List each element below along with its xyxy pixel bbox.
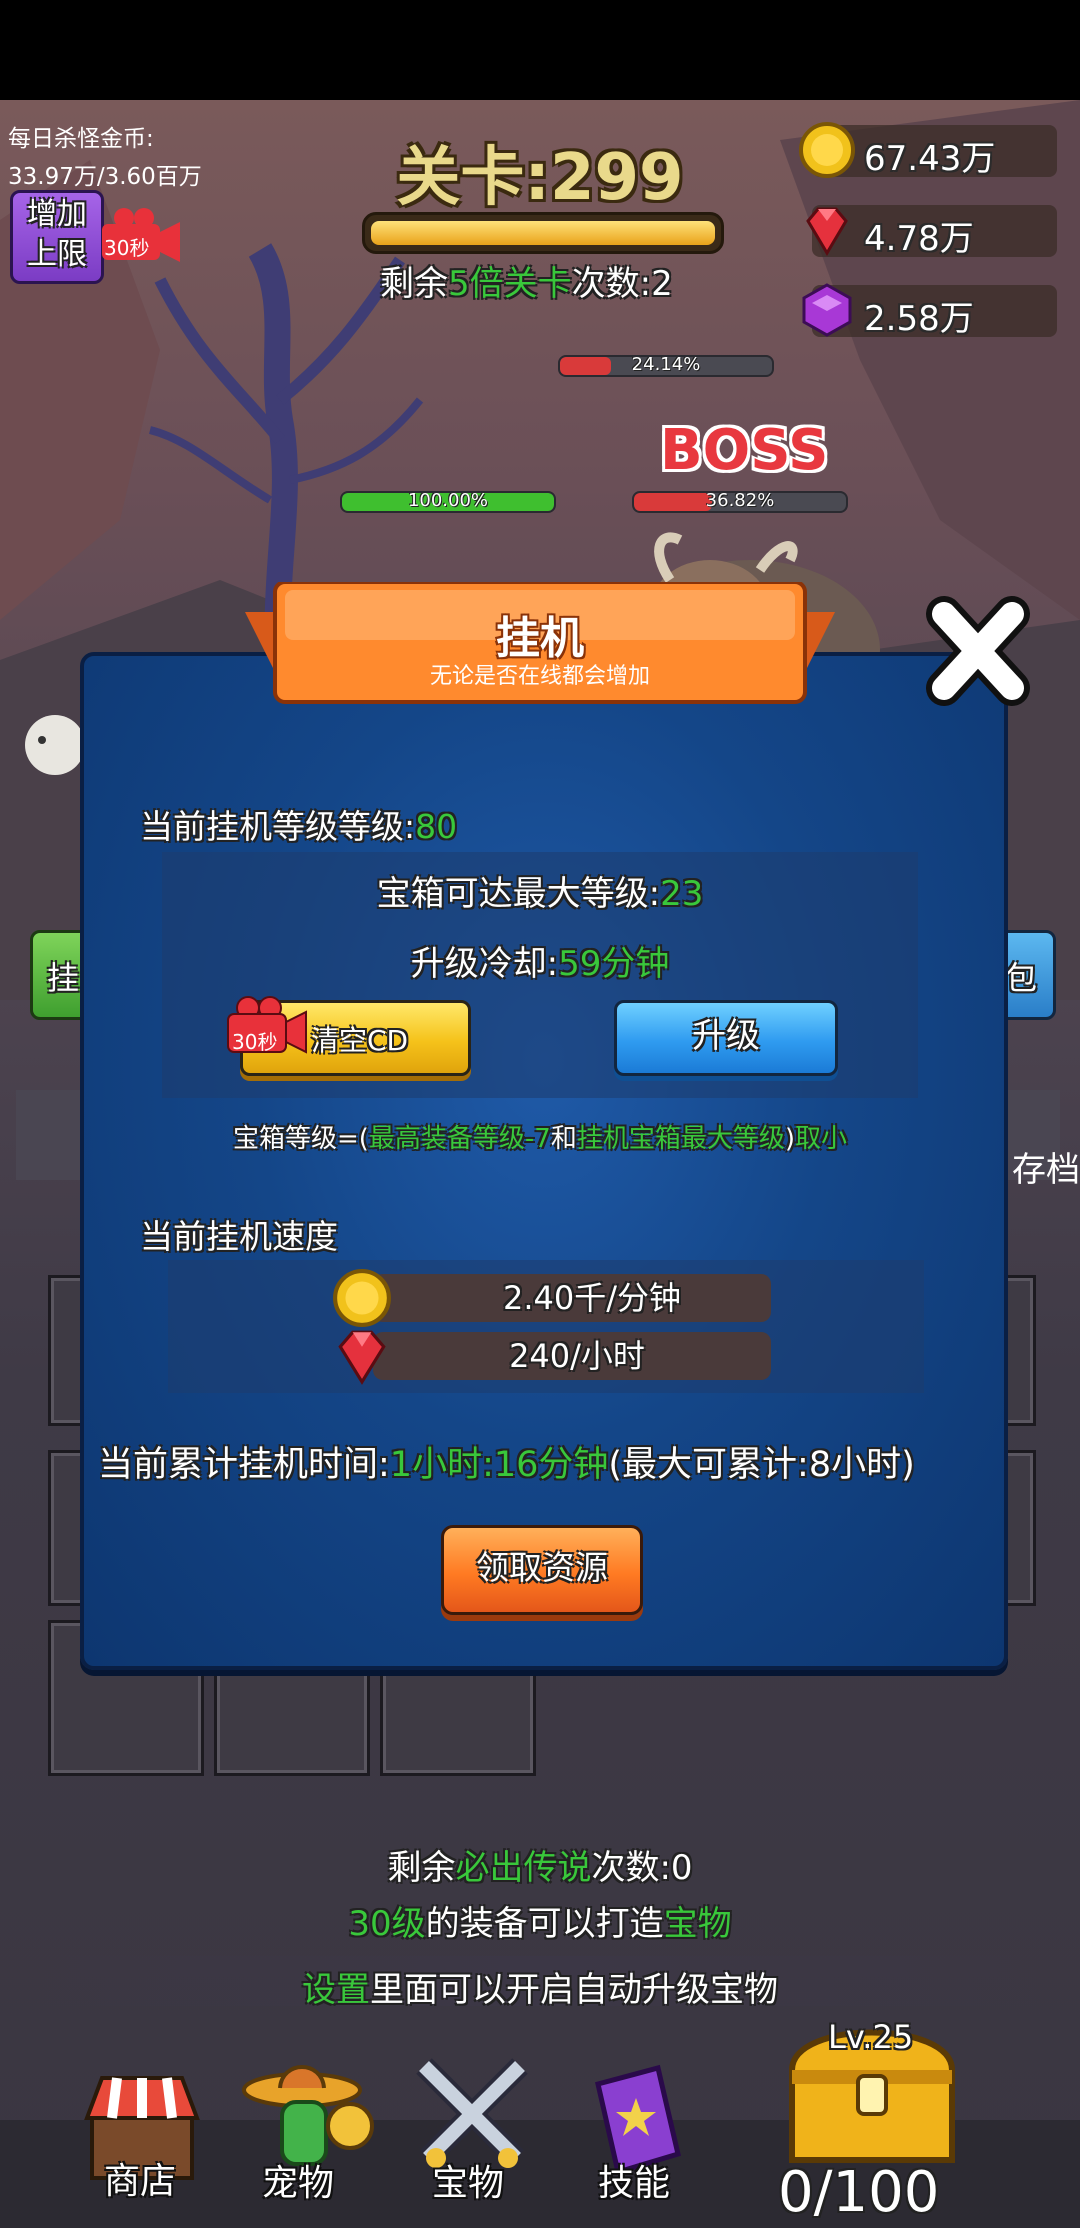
nav-shop-label: 商店 <box>104 2161 177 2202</box>
purple-gem-icon <box>802 283 852 337</box>
tip1-highlight: 必出传说 <box>455 1848 592 1888</box>
player-hp-label: 100.00% <box>407 491 489 511</box>
chest-max-value: 23 <box>660 874 704 914</box>
save-label-partial: 存档 <box>1012 1150 1080 1190</box>
chest-formula: 宝箱等级=(最高装备等级-7和挂机宝箱最大等级)取小 <box>80 1118 1000 1155</box>
upgrade-button[interactable]: 升级 <box>614 1000 838 1076</box>
boss-hp-label: 36.82% <box>705 491 775 511</box>
chest-max-row: 宝箱可达最大等级:23 <box>162 866 918 915</box>
close-icon[interactable] <box>922 592 1034 710</box>
legendary-tip: 剩余必出传说次数:0 <box>0 1840 1080 1889</box>
remaining-prefix: 剩余 <box>380 264 448 304</box>
cooldown-row: 升级冷却:59分钟 <box>162 936 918 985</box>
remaining-multiplier-text: 剩余5倍关卡次数:2 <box>380 256 673 305</box>
tip2-mid: 的装备可以打造 <box>425 1904 664 1944</box>
tip2-highlight2: 宝物 <box>663 1904 732 1944</box>
ruby-value: 4.78万 <box>864 219 974 259</box>
idle-level-value: 80 <box>415 807 458 846</box>
accum-max: (最大可累计:8小时) <box>608 1445 915 1485</box>
accum-value: 1小时:16分钟 <box>389 1445 609 1485</box>
craft-tip: 30级的装备可以打造宝物 <box>0 1896 1080 1945</box>
gold-rate-row: 2.40千/分钟 <box>373 1274 771 1322</box>
side-panel-left <box>16 1090 86 1180</box>
increase-limit-line2: 上限 <box>27 237 87 272</box>
claim-resources-button[interactable]: 领取资源 <box>441 1525 643 1615</box>
nav-treasure-label: 宝物 <box>432 2163 505 2204</box>
tip3-suffix: 里面可以开启自动升级宝物 <box>370 1970 778 2010</box>
remaining-highlight: 5倍关卡 <box>448 264 572 304</box>
nav-pet[interactable]: 宠物 <box>234 2050 384 2228</box>
daily-kill-panel: 每日杀怪金币: 33.97万/3.60百万 <box>8 120 202 196</box>
clear-cd-timer: 30秒 <box>232 1030 278 1054</box>
gold-rate-value: 2.40千/分钟 <box>502 1279 682 1317</box>
nav-treasure[interactable]: 宝物 <box>398 2050 548 2228</box>
stage-title: 关卡:299 <box>396 141 684 215</box>
gem-value: 2.58万 <box>864 299 974 339</box>
nav-pet-label: 宠物 <box>262 2163 335 2204</box>
ruby-rate-value: 240/小时 <box>509 1337 645 1375</box>
cooldown-label: 升级冷却: <box>410 944 559 984</box>
clear-cd-label: 清空CD <box>311 1024 409 1057</box>
side-tab-left-label: 挂 <box>47 959 80 997</box>
idle-level-row: 当前挂机等级等级:80 <box>140 800 457 848</box>
idle-level-label: 当前挂机等级等级: <box>140 807 416 846</box>
chest-progress[interactable]: Lv.25 0/100 <box>772 2010 972 2228</box>
player-hp-bar: 100.00% <box>340 491 556 513</box>
boss-label: BOSS <box>660 418 829 483</box>
ad-timer-small: 30秒 <box>104 236 150 260</box>
accum-time-row: 当前累计挂机时间:1小时:16分钟(最大可累计:8小时) <box>98 1436 915 1487</box>
tip1-prefix: 剩余 <box>387 1848 456 1888</box>
chest-level: Lv.25 <box>828 2018 914 2056</box>
gold-value: 67.43万 <box>864 139 996 179</box>
top-enemy-hp-label: 24.14% <box>631 355 701 375</box>
gold-counter: 67.43万 <box>799 122 1057 179</box>
tip2-highlight1: 30级 <box>348 1904 426 1944</box>
speed-label: 当前挂机速度 <box>140 1217 338 1256</box>
increase-limit-line1: 增加 <box>27 197 87 232</box>
tip1-suffix: 次数:0 <box>591 1848 693 1888</box>
ruby-icon <box>338 1330 386 1385</box>
accum-label: 当前累计挂机时间: <box>98 1445 390 1485</box>
nav-skill[interactable]: 技能 <box>562 2060 712 2228</box>
formula-part1: 最高装备等级-7 <box>368 1124 551 1154</box>
gem-counter: 2.58万 <box>802 283 1057 339</box>
daily-kill-label: 每日杀怪金币: <box>8 126 154 152</box>
cooldown-value: 59分钟 <box>558 944 670 984</box>
side-tab-right-label: 包 <box>1005 959 1038 997</box>
formula-part2: 挂机宝箱最大等级 <box>576 1124 785 1154</box>
ad-video-badge[interactable]: 30秒 <box>100 208 182 262</box>
claim-resources-label: 领取资源 <box>476 1548 608 1587</box>
gold-coin-icon <box>799 122 855 178</box>
formula-suffix2: 取小 <box>795 1124 848 1154</box>
formula-prefix: 宝箱等级=( <box>232 1124 369 1154</box>
formula-suffix1: ) <box>784 1124 796 1154</box>
stage-progress-bar <box>362 212 724 254</box>
ruby-counter: 4.78万 <box>806 205 1057 259</box>
gold-coin-icon <box>333 1269 391 1327</box>
increase-limit-button[interactable]: 增加 上限 <box>10 190 104 284</box>
ruby-rate-row: 240/小时 <box>373 1332 771 1380</box>
chest-max-label: 宝箱可达最大等级: <box>376 874 661 914</box>
tip3-highlight: 设置 <box>302 1970 370 2010</box>
modal-subtitle: 无论是否在线都会增加 <box>429 664 650 689</box>
boss-hp-bar: 36.82% <box>632 491 848 513</box>
ruby-icon <box>806 207 848 256</box>
top-enemy-hp-bar: 24.14% <box>558 355 774 377</box>
formula-and: 和 <box>550 1124 577 1154</box>
nav-skill-label: 技能 <box>598 2163 671 2204</box>
upgrade-label: 升级 <box>692 1016 760 1056</box>
stage-progress-fill <box>371 221 715 245</box>
nav-shop[interactable]: 商店 <box>70 2060 220 2228</box>
auto-upgrade-tip: 设置里面可以开启自动升级宝物 <box>0 1962 1080 2011</box>
modal-title: 挂机 <box>496 613 584 664</box>
chest-count: 0/100 <box>778 2160 940 2225</box>
remaining-suffix: 次数:2 <box>571 264 673 304</box>
